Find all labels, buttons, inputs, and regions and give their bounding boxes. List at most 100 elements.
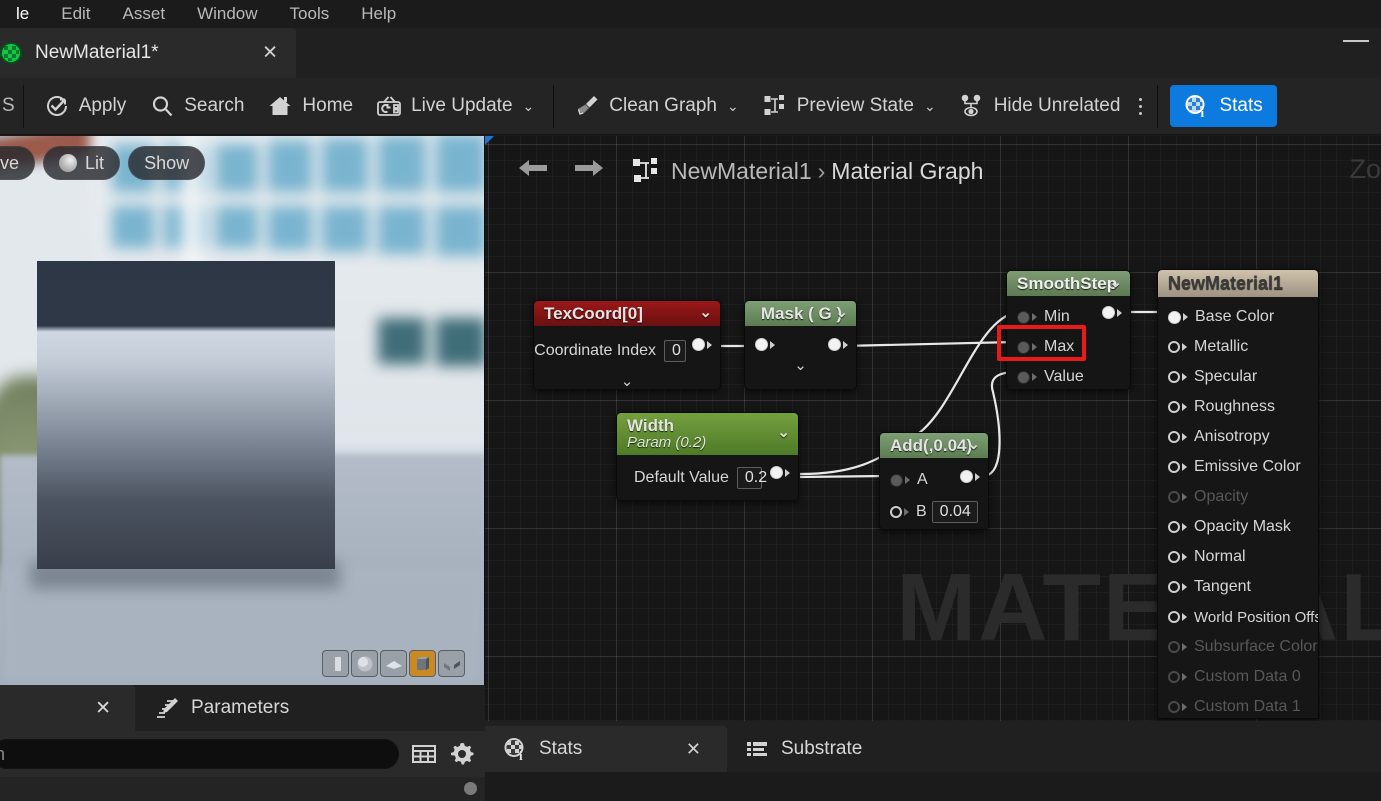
material-graph-canvas[interactable]: MATERIAL NewMaterial1›Material Graph bbox=[485, 136, 1381, 721]
material-input-pin[interactable] bbox=[1168, 521, 1180, 533]
toolbar-overflow-menu[interactable] bbox=[1131, 84, 1149, 129]
viewport-lit-button[interactable]: Lit bbox=[43, 146, 120, 180]
material-input-pin[interactable] bbox=[1168, 401, 1180, 413]
material-input-specular[interactable]: Specular bbox=[1158, 362, 1318, 392]
chevron-down-icon[interactable]: ⌄ bbox=[727, 98, 739, 115]
material-preview-viewport[interactable]: pective Lit Show bbox=[0, 136, 485, 685]
chevron-down-icon[interactable]: ⌄ bbox=[777, 425, 790, 441]
material-input-anisotropy[interactable]: Anisotropy bbox=[1158, 422, 1318, 452]
node-mask[interactable]: Mask ( G ) ⌄ ⌄ bbox=[744, 300, 857, 390]
material-input-pin[interactable] bbox=[1168, 371, 1180, 383]
chevron-down-icon[interactable]: ⌄ bbox=[699, 303, 712, 321]
chevron-down-icon[interactable]: ⌄ bbox=[1109, 273, 1122, 291]
node-texcoord[interactable]: TexCoord[0] ⌄ Coordinate Index 0 ⌄ bbox=[533, 300, 721, 390]
material-input-label: Specular bbox=[1194, 368, 1257, 386]
node-mask-title[interactable]: Mask ( G ) ⌄ bbox=[745, 301, 856, 326]
node-texcoord-title[interactable]: TexCoord[0] ⌄ bbox=[534, 301, 720, 326]
node-mask-input-pin[interactable] bbox=[755, 338, 768, 351]
material-input-pin[interactable] bbox=[1168, 341, 1180, 353]
parameters-scrollbar[interactable] bbox=[464, 782, 477, 795]
node-smoothstep-max-pin[interactable] bbox=[1017, 341, 1030, 354]
viewport-show-button[interactable]: Show bbox=[128, 146, 205, 180]
tab-parameters[interactable]: Parameters bbox=[135, 685, 307, 731]
preview-shape-plane[interactable] bbox=[380, 650, 407, 677]
default-value-field[interactable]: 0.2 bbox=[737, 467, 762, 489]
hide-unrelated-button[interactable]: Hide Unrelated bbox=[947, 84, 1132, 129]
parameters-table-view-icon[interactable] bbox=[409, 739, 439, 769]
node-add-input-b-pin[interactable] bbox=[890, 506, 902, 518]
node-material-output[interactable]: NewMaterial1 Base Color Metallic Specula… bbox=[1157, 269, 1319, 719]
close-icon[interactable]: ✕ bbox=[262, 44, 278, 63]
chevron-down-icon[interactable]: ⌄ bbox=[835, 303, 848, 321]
material-input-pin[interactable] bbox=[1168, 311, 1181, 324]
home-button[interactable]: Home bbox=[255, 84, 364, 129]
node-add-title[interactable]: Add(,0.04) ⌄ bbox=[880, 433, 988, 458]
viewport-perspective-label: pective bbox=[0, 153, 19, 174]
node-add-input-a-pin[interactable] bbox=[890, 474, 903, 487]
material-input-pin[interactable] bbox=[1168, 461, 1180, 473]
tab-stats-label: Stats bbox=[539, 738, 582, 760]
menu-help[interactable]: Help bbox=[345, 0, 412, 28]
material-input-metallic[interactable]: Metallic bbox=[1158, 332, 1318, 362]
node-add-output-pin[interactable] bbox=[960, 470, 973, 483]
material-input-roughness[interactable]: Roughness bbox=[1158, 392, 1318, 422]
material-input-opacity-mask[interactable]: Opacity Mask bbox=[1158, 512, 1318, 542]
parameters-list[interactable] bbox=[0, 777, 485, 801]
preview-shape-custom-mesh[interactable] bbox=[438, 650, 465, 677]
live-update-button[interactable]: Live Update ⌄ bbox=[364, 84, 545, 129]
material-input-pin[interactable] bbox=[1168, 431, 1180, 443]
preview-state-button[interactable]: Preview State ⌄ bbox=[750, 84, 947, 129]
node-texcoord-output-pin[interactable] bbox=[692, 338, 705, 351]
tab-parameters-label: Parameters bbox=[191, 697, 289, 719]
node-smoothstep-min-pin[interactable] bbox=[1017, 311, 1030, 324]
tab-substrate[interactable]: Substrate bbox=[727, 726, 878, 772]
node-add[interactable]: Add(,0.04) ⌄ A B 0.04 bbox=[879, 432, 989, 530]
gear-icon[interactable] bbox=[447, 739, 477, 769]
close-icon[interactable]: ✕ bbox=[686, 739, 701, 760]
material-input-world-position-offset[interactable]: World Position Offset bbox=[1158, 602, 1318, 632]
add-b-value-field[interactable]: 0.04 bbox=[932, 501, 978, 523]
material-input-pin[interactable] bbox=[1168, 581, 1180, 593]
preview-shape-sphere[interactable] bbox=[351, 650, 378, 677]
apply-button[interactable]: Apply bbox=[32, 84, 138, 129]
asset-tab-newmaterial1[interactable]: NewMaterial1* ✕ bbox=[0, 28, 296, 78]
chevron-down-icon[interactable]: ⌄ bbox=[924, 98, 936, 115]
menu-tools[interactable]: Tools bbox=[274, 0, 346, 28]
node-material-output-title[interactable]: NewMaterial1 bbox=[1158, 270, 1318, 297]
coordinate-index-field[interactable]: 0 bbox=[664, 340, 686, 362]
search-button[interactable]: Search bbox=[137, 84, 255, 129]
material-input-tangent[interactable]: Tangent bbox=[1158, 572, 1318, 602]
node-texcoord-expand[interactable]: ⌄ bbox=[534, 370, 720, 390]
menu-window[interactable]: Window bbox=[181, 0, 273, 28]
menu-asset[interactable]: Asset bbox=[107, 0, 182, 28]
window-minimize-button[interactable] bbox=[1343, 40, 1369, 42]
node-mask-output-pin[interactable] bbox=[828, 338, 841, 351]
material-input-pin[interactable] bbox=[1168, 611, 1180, 623]
menu-edit[interactable]: Edit bbox=[45, 0, 106, 28]
node-smoothstep[interactable]: SmoothStep ⌄ Min Max Value bbox=[1006, 270, 1131, 390]
node-smoothstep-output-pin[interactable] bbox=[1102, 306, 1115, 319]
chevron-down-icon[interactable]: ⌄ bbox=[967, 435, 980, 453]
preview-shape-cylinder[interactable] bbox=[322, 650, 349, 677]
node-width-output-pin[interactable] bbox=[770, 466, 783, 479]
chevron-down-icon[interactable]: ⌄ bbox=[523, 98, 535, 115]
clean-graph-button[interactable]: Clean Graph ⌄ bbox=[562, 84, 749, 129]
material-input-emissive-color[interactable]: Emissive Color bbox=[1158, 452, 1318, 482]
parameters-search-input[interactable]: h bbox=[0, 739, 399, 769]
stats-toggle-button[interactable]: i Stats bbox=[1170, 85, 1276, 127]
node-width-param-title[interactable]: Width Param (0.2) ⌄ bbox=[617, 413, 798, 455]
tab-stats[interactable]: i Stats ✕ bbox=[485, 726, 727, 772]
parameters-panel-close-tab[interactable]: ✕ bbox=[0, 685, 135, 731]
node-smoothstep-title[interactable]: SmoothStep ⌄ bbox=[1007, 271, 1130, 296]
node-width-param[interactable]: Width Param (0.2) ⌄ Default Value 0.2 bbox=[616, 412, 799, 501]
menu-file[interactable]: le bbox=[0, 0, 45, 28]
viewport-perspective-button[interactable]: pective bbox=[0, 146, 35, 180]
node-smoothstep-value-pin[interactable] bbox=[1017, 371, 1030, 384]
material-input-pin[interactable] bbox=[1168, 551, 1180, 563]
preview-mesh-cube[interactable] bbox=[37, 261, 335, 569]
material-input-base-color[interactable]: Base Color bbox=[1158, 302, 1318, 332]
preview-shape-cube[interactable] bbox=[409, 650, 436, 677]
material-input-normal[interactable]: Normal bbox=[1158, 542, 1318, 572]
pin-arrow-icon bbox=[1182, 493, 1187, 501]
close-icon[interactable]: ✕ bbox=[95, 697, 111, 720]
